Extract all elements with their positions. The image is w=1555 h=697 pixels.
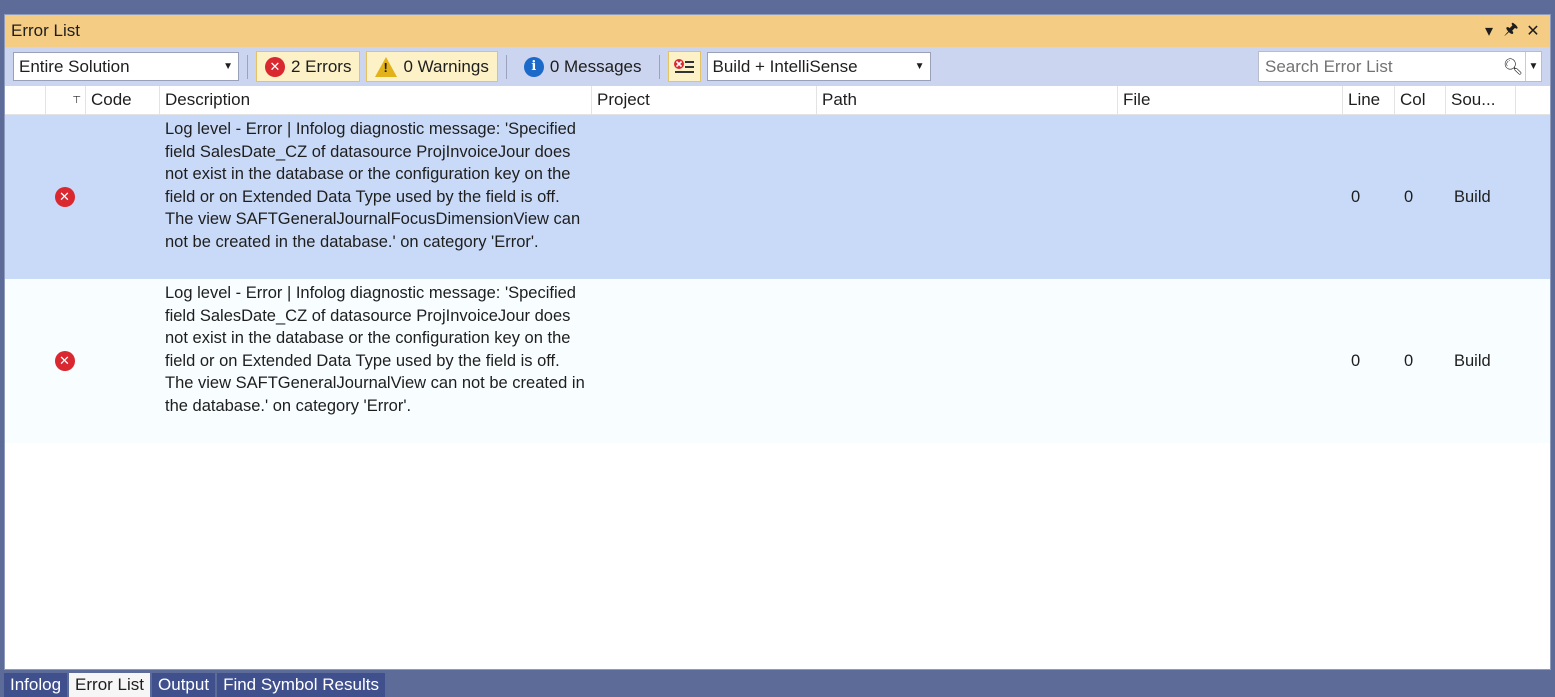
scope-dropdown[interactable]: Entire Solution ▼ xyxy=(13,52,239,81)
column-header-line[interactable]: Line xyxy=(1343,86,1395,114)
chevron-down-icon: ▼ xyxy=(223,61,233,72)
info-icon: i xyxy=(523,56,544,77)
window-menu-chevron-icon[interactable]: ▾ xyxy=(1478,21,1500,41)
search-input[interactable] xyxy=(1259,52,1501,81)
error-icon: ✕ xyxy=(54,187,75,207)
column-header-description[interactable]: Description xyxy=(160,86,592,114)
header-blank xyxy=(5,86,46,114)
column-header-path[interactable]: Path xyxy=(817,86,1118,114)
toolbar-separator xyxy=(247,54,248,79)
pin-icon[interactable]: 🖈 xyxy=(1500,18,1522,45)
search-options-chevron-icon[interactable]: ▼ xyxy=(1525,52,1541,81)
filter-list-icon xyxy=(674,58,694,73)
search-box: 🔍︎ ▼ xyxy=(1258,51,1542,82)
messages-filter-label: 0 Messages xyxy=(549,56,642,76)
row-description: Log level - Error | Infolog diagnostic m… xyxy=(165,120,581,251)
row-severity: ✕ xyxy=(5,279,86,443)
warnings-filter-label: 0 Warnings xyxy=(403,56,489,76)
errors-filter-toggle[interactable]: ✕ 2 Errors xyxy=(256,51,361,82)
error-list-window: Error List ▾ 🖈 ✕ Entire Solution ▼ ✕ 2 E… xyxy=(4,14,1551,670)
column-header-row: ⊤ Code Description Project Path File Lin… xyxy=(5,86,1550,115)
tab-error-list[interactable]: Error List xyxy=(69,673,151,697)
row-line: 0 xyxy=(1351,351,1361,370)
row-source: Build xyxy=(1454,187,1491,206)
table-row[interactable]: ✕ Log level - Error | Infolog diagnostic… xyxy=(5,279,1550,443)
row-col: 0 xyxy=(1404,351,1414,370)
row-description: Log level - Error | Infolog diagnostic m… xyxy=(165,284,585,415)
scope-dropdown-value: Entire Solution xyxy=(19,56,130,76)
row-line: 0 xyxy=(1351,187,1361,206)
error-icon: ✕ xyxy=(54,351,75,371)
bottom-tab-strip: Infolog Error List Output Find Symbol Re… xyxy=(4,673,387,697)
row-path xyxy=(817,279,1118,443)
row-path xyxy=(817,115,1118,279)
build-filter-value: Build + IntelliSense xyxy=(712,56,858,76)
column-header-file[interactable]: File xyxy=(1118,86,1343,114)
warnings-filter-toggle[interactable]: ! 0 Warnings xyxy=(366,51,498,82)
warning-icon: ! xyxy=(375,56,398,77)
messages-filter-toggle[interactable]: i 0 Messages xyxy=(515,51,651,82)
row-severity: ✕ xyxy=(5,115,86,279)
build-filter-dropdown[interactable]: Build + IntelliSense ▼ xyxy=(706,52,931,81)
chevron-down-icon: ▼ xyxy=(914,61,925,72)
error-list-toolbar: Entire Solution ▼ ✕ 2 Errors ! 0 Warning… xyxy=(5,47,1550,86)
row-code xyxy=(86,115,160,279)
filter-list-button[interactable] xyxy=(667,51,701,82)
row-file xyxy=(1118,279,1343,443)
column-header-source[interactable]: Sou... xyxy=(1446,86,1516,114)
row-code xyxy=(86,279,160,443)
column-header-col[interactable]: Col xyxy=(1395,86,1446,114)
row-col: 0 xyxy=(1404,187,1414,206)
close-icon[interactable]: ✕ xyxy=(1522,21,1544,41)
error-icon: ✕ xyxy=(265,56,285,77)
tab-output[interactable]: Output xyxy=(152,673,216,697)
column-chooser-icon[interactable]: ⊤ xyxy=(46,86,86,114)
tab-infolog[interactable]: Infolog xyxy=(4,673,68,697)
tab-find-symbol-results[interactable]: Find Symbol Results xyxy=(217,673,385,697)
column-header-project[interactable]: Project xyxy=(592,86,817,114)
row-project xyxy=(592,115,817,279)
row-source: Build xyxy=(1454,351,1491,370)
table-row[interactable]: ✕ Log level - Error | Infolog diagnostic… xyxy=(5,115,1550,279)
window-title: Error List xyxy=(11,21,80,40)
errors-filter-label: 2 Errors xyxy=(291,56,352,76)
row-file xyxy=(1118,115,1343,279)
error-list-grid: ⊤ Code Description Project Path File Lin… xyxy=(5,86,1550,443)
column-header-code[interactable]: Code xyxy=(86,86,160,114)
row-project xyxy=(592,279,817,443)
search-icon[interactable]: 🔍︎ xyxy=(1501,57,1525,77)
toolbar-separator xyxy=(505,54,507,79)
title-bar: Error List ▾ 🖈 ✕ xyxy=(5,15,1550,47)
toolbar-separator xyxy=(658,54,660,79)
